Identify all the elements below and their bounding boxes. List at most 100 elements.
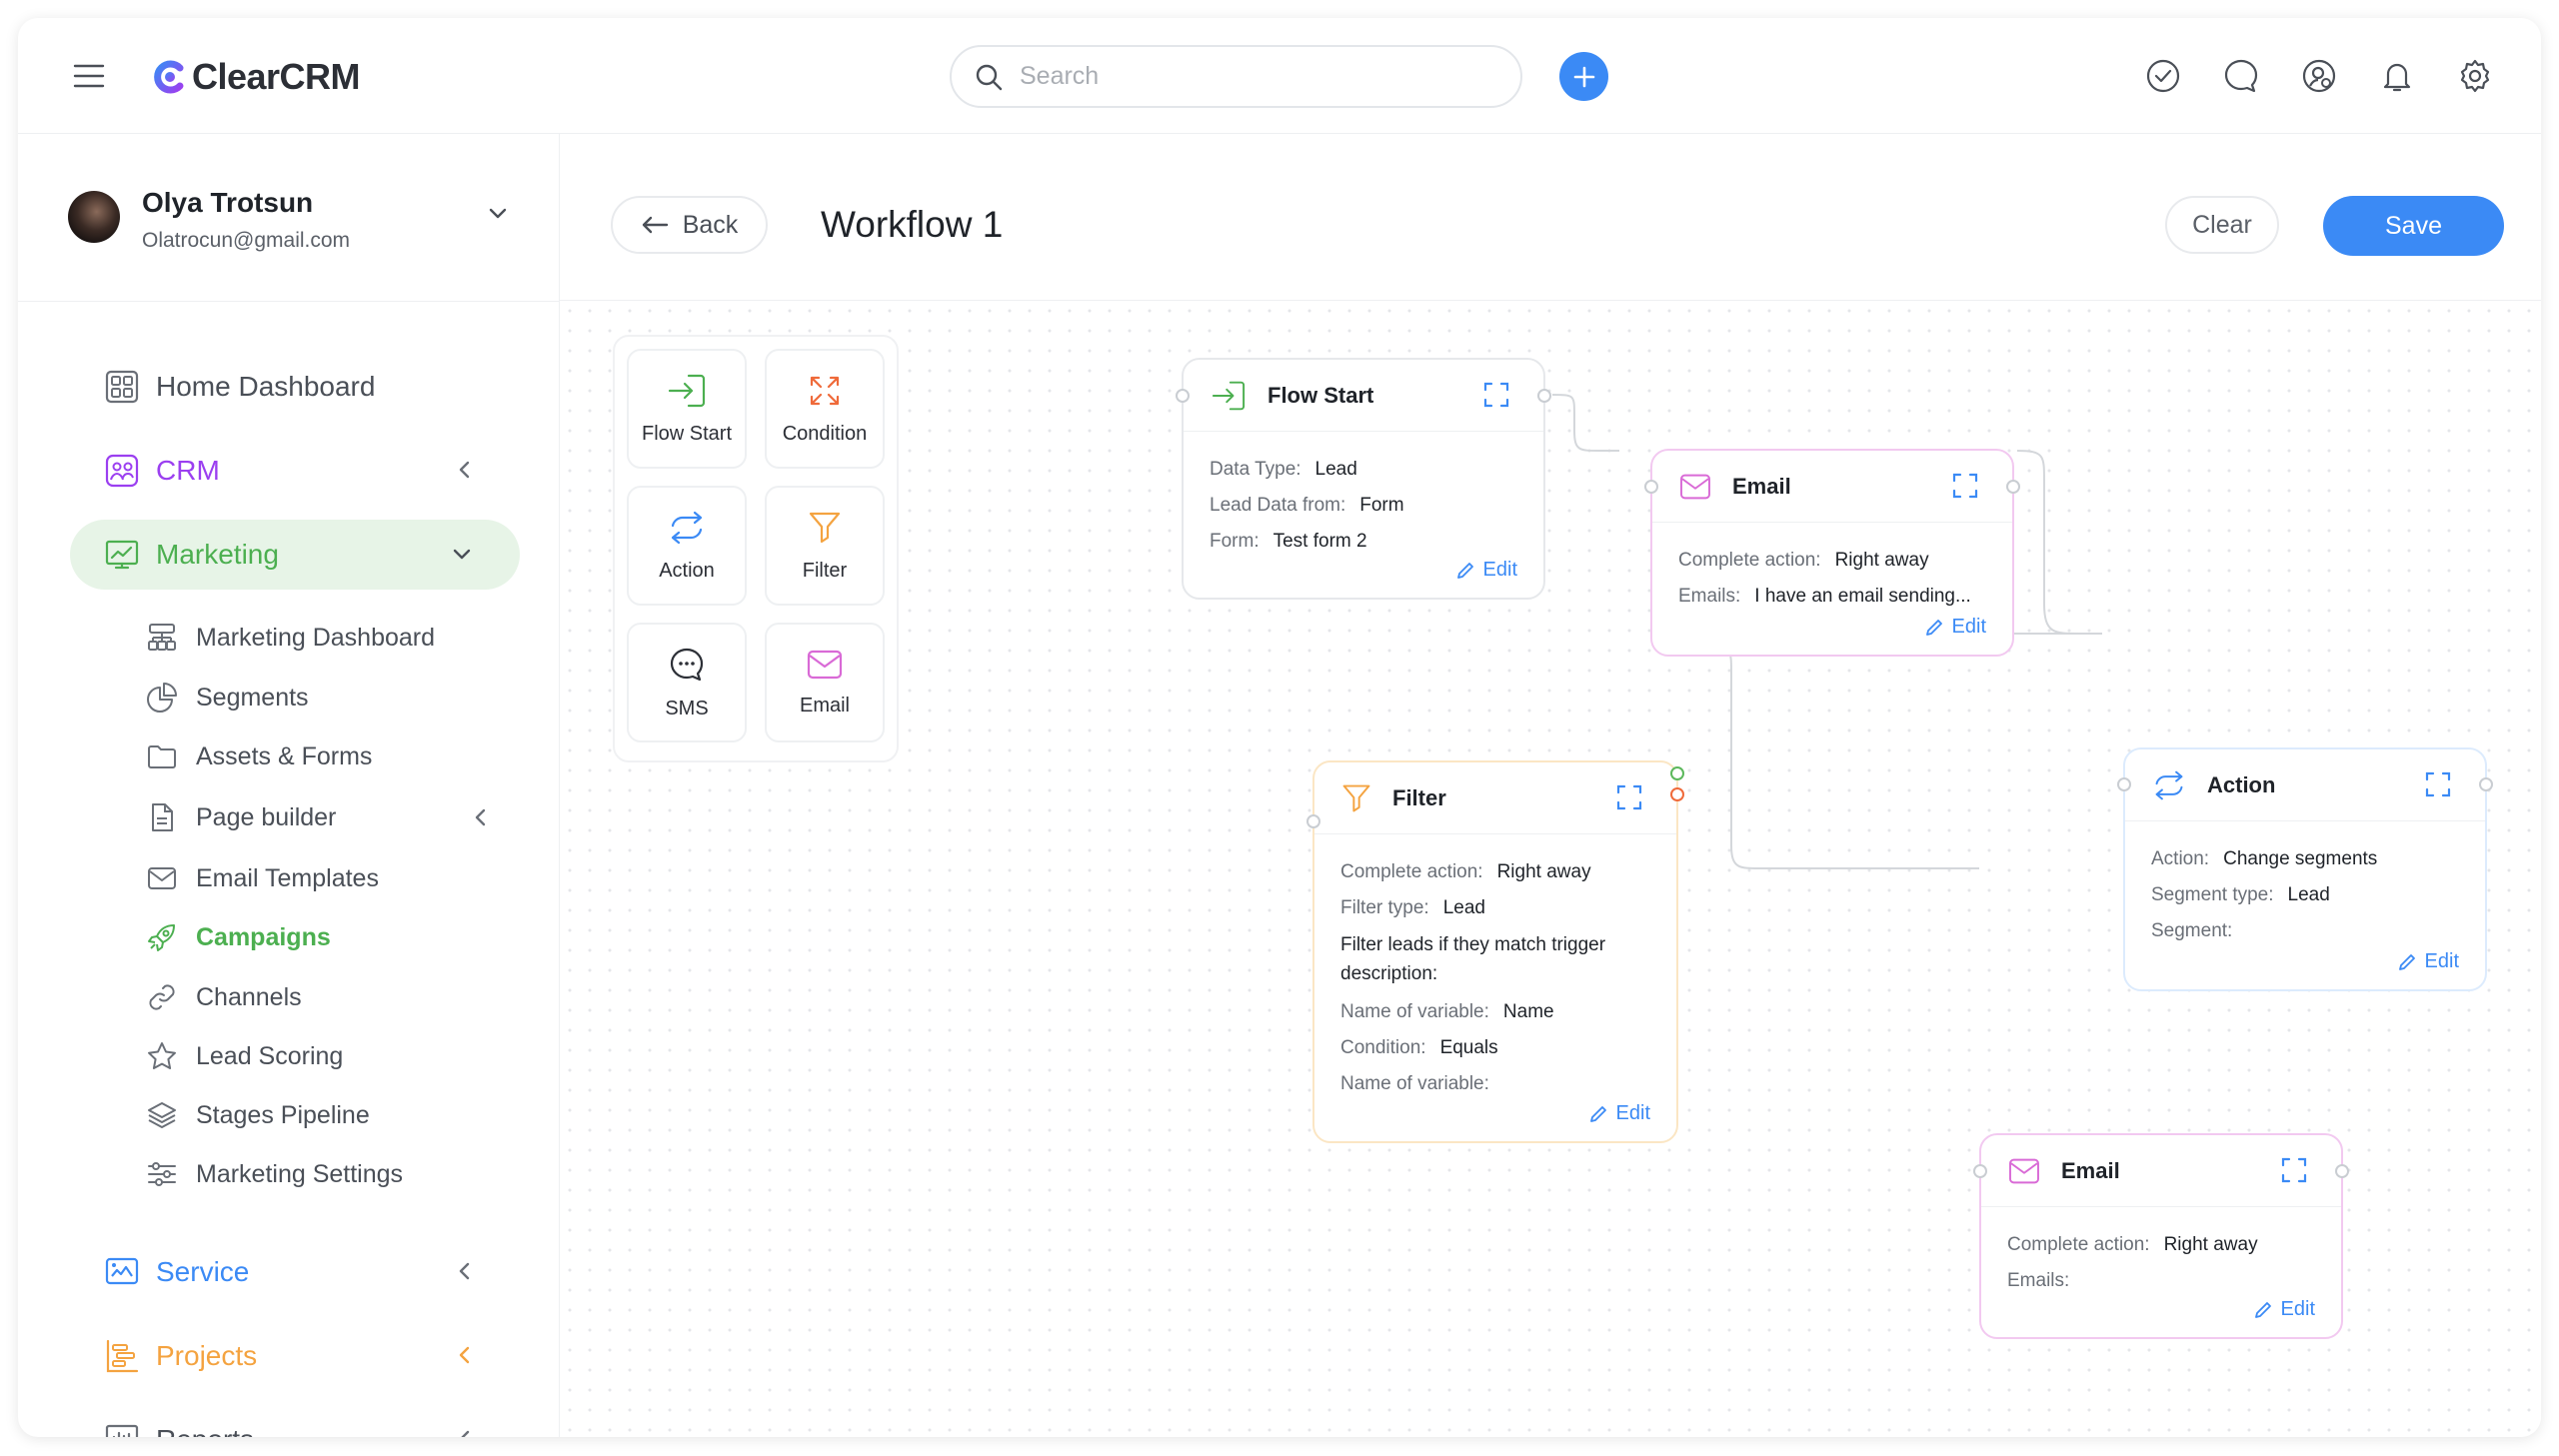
node-action[interactable]: Action Action: Change segments Segment ty…: [2117, 747, 2493, 991]
nav-item-home-dashboard[interactable]: Home Dashboard: [70, 352, 520, 422]
top-icon-bar: [2145, 58, 2493, 94]
logo-icon: [154, 60, 184, 94]
workflow-canvas[interactable]: Flow Start Condition Action Filter SMS E…: [560, 301, 2541, 1437]
edit-label: Edit: [1951, 616, 1986, 638]
sub-item-page-builder[interactable]: Page builder: [146, 793, 506, 841]
palette-item-filter[interactable]: Filter: [765, 486, 885, 606]
output-port[interactable]: [2335, 1164, 2349, 1178]
palette-label: Filter: [802, 559, 848, 582]
clear-button[interactable]: Clear: [2165, 196, 2279, 254]
enter-icon: [668, 374, 706, 407]
sub-item-channels[interactable]: Channels: [146, 973, 506, 1021]
nav-item-reports[interactable]: Reports: [70, 1405, 520, 1437]
support-icon[interactable]: [2301, 58, 2337, 94]
app-window: ClearCRM Olya Trotsun Olatrocun@gmail.co…: [18, 18, 2541, 1437]
edit-link[interactable]: Edit: [1924, 616, 1986, 639]
nav-item-service[interactable]: Service: [70, 1237, 520, 1307]
input-port[interactable]: [1176, 389, 1190, 403]
chevron-down-icon[interactable]: [452, 548, 472, 562]
search-box[interactable]: [950, 45, 1522, 108]
sub-item-segments[interactable]: Segments: [146, 674, 506, 722]
sub-item-stages-pipeline[interactable]: Stages Pipeline: [146, 1091, 506, 1139]
output-port[interactable]: [1537, 389, 1551, 403]
output-port[interactable]: [2479, 777, 2493, 791]
sub-item-lead-scoring[interactable]: Lead Scoring: [146, 1032, 506, 1080]
edit-link[interactable]: Edit: [1455, 559, 1517, 582]
edit-link[interactable]: Edit: [1588, 1102, 1650, 1125]
chevron-down-icon[interactable]: [488, 207, 508, 221]
palette-item-action[interactable]: Action: [627, 486, 747, 606]
edit-link[interactable]: Edit: [2397, 950, 2459, 973]
output-port-true[interactable]: [1670, 766, 1684, 780]
expand-icon[interactable]: [1616, 784, 1642, 810]
expand-icon[interactable]: [2281, 1157, 2307, 1183]
field-label: Complete action:: [2007, 1234, 2150, 1255]
chevron-left-icon[interactable]: [474, 807, 488, 827]
node-header: Email: [1652, 451, 2012, 523]
output-port[interactable]: [2006, 480, 2020, 494]
field-row: Complete action: Right away: [1340, 854, 1650, 890]
chart-icon: [105, 540, 139, 570]
field-value: Right away: [1834, 550, 1929, 571]
expand-icon[interactable]: [1952, 473, 1978, 499]
sub-item-email-templates[interactable]: Email Templates: [146, 854, 506, 902]
node-flow-start[interactable]: Flow Start Data Type: Lead Lead Data from…: [1176, 358, 1551, 600]
node-header: Flow Start: [1184, 360, 1543, 432]
pencil-icon: [2254, 1301, 2271, 1318]
reports-icon: [105, 1424, 139, 1437]
nav-item-projects[interactable]: Projects: [70, 1321, 520, 1391]
input-port[interactable]: [1644, 480, 1658, 494]
node-email-1[interactable]: Email Complete action: Right away Emails:…: [1644, 449, 2020, 657]
field-label: Lead Data from:: [1210, 495, 1346, 516]
nav-label: Marketing: [156, 539, 279, 570]
folder-icon: [148, 745, 176, 768]
bell-icon[interactable]: [2379, 58, 2415, 94]
nav-item-marketing[interactable]: Marketing: [70, 520, 520, 590]
node-filter[interactable]: Filter Complete action: Right away Filter…: [1306, 760, 1684, 1143]
add-button[interactable]: [1559, 52, 1608, 101]
save-button[interactable]: Save: [2323, 196, 2504, 256]
check-circle-icon[interactable]: [2145, 58, 2181, 94]
chevron-left-icon[interactable]: [458, 1261, 472, 1281]
expand-icon[interactable]: [2425, 771, 2451, 797]
chevron-left-icon[interactable]: [458, 460, 472, 480]
sub-item-campaigns[interactable]: Campaigns: [146, 913, 506, 961]
chat-icon[interactable]: [2223, 58, 2259, 94]
sub-item-assets-forms[interactable]: Assets & Forms: [146, 732, 506, 780]
palette-item-flow-start[interactable]: Flow Start: [627, 349, 747, 469]
chevron-left-icon[interactable]: [458, 1429, 472, 1437]
field-row: Emails:: [2007, 1263, 2315, 1299]
node-email-2[interactable]: Email Complete action: Right away Emails:…: [1973, 1133, 2349, 1339]
field-value: Name: [1502, 1001, 1554, 1022]
input-port[interactable]: [2117, 777, 2131, 791]
nav-item-crm[interactable]: CRM: [70, 436, 520, 506]
palette-item-condition[interactable]: Condition: [765, 349, 885, 469]
field-label: Name of variable:: [1340, 1073, 1489, 1094]
sub-item-marketing-dashboard[interactable]: Marketing Dashboard: [146, 614, 506, 662]
user-profile[interactable]: Olya Trotsun Olatrocun@gmail.com: [68, 179, 508, 259]
filter-description: Filter leads if they match trigger descr…: [1340, 934, 1606, 984]
menu-icon[interactable]: [73, 63, 105, 89]
filter-icon: [809, 512, 841, 543]
sub-item-label: Assets & Forms: [196, 741, 373, 770]
palette-item-email[interactable]: Email: [765, 623, 885, 742]
node-palette: Flow Start Condition Action Filter SMS E…: [613, 335, 899, 762]
input-port[interactable]: [1973, 1164, 1987, 1178]
gear-icon[interactable]: [2457, 58, 2493, 94]
palette-item-sms[interactable]: SMS: [627, 623, 747, 742]
field-row: Emails: I have an email sending...: [1678, 579, 1986, 615]
input-port[interactable]: [1306, 814, 1320, 828]
chevron-left-icon[interactable]: [458, 1345, 472, 1365]
edit-link[interactable]: Edit: [2253, 1298, 2315, 1321]
back-label: Back: [682, 210, 739, 239]
expand-icon[interactable]: [1483, 382, 1509, 408]
field-label: Emails:: [1678, 586, 1741, 607]
back-button[interactable]: Back: [611, 196, 768, 254]
mail-icon: [1680, 474, 1710, 499]
plus-icon: [1573, 66, 1594, 87]
logo[interactable]: ClearCRM: [150, 56, 361, 98]
output-port-false[interactable]: [1670, 787, 1684, 801]
edit-label: Edit: [1615, 1102, 1650, 1124]
sub-item-marketing-settings[interactable]: Marketing Settings: [146, 1150, 506, 1198]
search-input[interactable]: [1020, 62, 1459, 91]
